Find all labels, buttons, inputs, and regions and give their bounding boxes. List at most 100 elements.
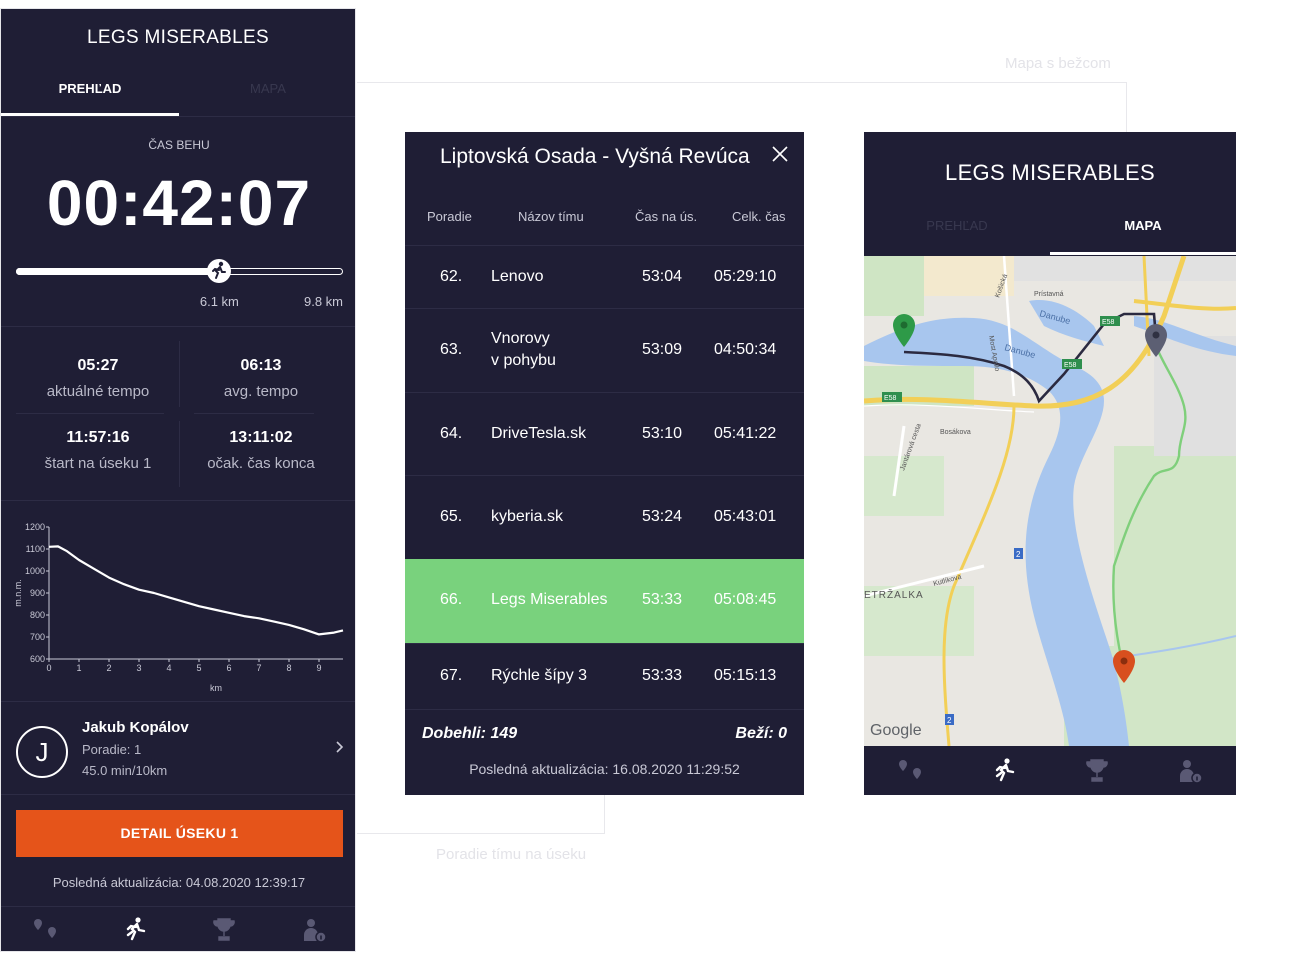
chart-divider-top — [1, 500, 355, 501]
header-segment-time: Čas na ús. — [635, 209, 698, 224]
table-row[interactable]: 63. Vnorovy 53:09 04:50:34 v pohybu — [405, 308, 804, 393]
x-axis-label: km — [210, 683, 222, 693]
road-shield: 2 — [1016, 550, 1021, 559]
header-total-time: Celk. čas — [732, 209, 786, 224]
y-tick-label: 1000 — [25, 566, 45, 576]
pins-icon[interactable] — [30, 915, 60, 945]
team-name: Vnorovy — [491, 330, 550, 347]
trophy-icon[interactable] — [209, 915, 239, 945]
table-row-own-team[interactable]: 66. Legs Miserables 53:33 05:08:45 — [405, 559, 804, 643]
segment-title: Liptovská Osada - Vyšná Revúca — [440, 145, 750, 168]
connector-map — [357, 82, 1127, 133]
header-team: Názov tímu — [518, 209, 584, 224]
run-time: 00:42:07 — [46, 167, 312, 239]
runner-rank: Poradie: 1 — [82, 742, 142, 757]
google-logo: Google — [870, 722, 922, 739]
app-title: LEGS MISERABLES — [945, 160, 1155, 185]
tab-map[interactable]: MAPA — [179, 81, 355, 96]
total-time: 05:08:45 — [714, 591, 777, 608]
stats-vdivider-1 — [179, 341, 180, 407]
rank-cell: 62. — [440, 267, 463, 285]
y-axis-label: m.n.m. — [13, 579, 23, 607]
x-tick-label: 2 — [106, 663, 111, 673]
runner-icon[interactable] — [989, 756, 1019, 786]
table-row[interactable]: 64. DriveTesla.sk 53:10 05:41:22 — [405, 392, 804, 476]
chevron-right-icon[interactable] — [334, 740, 344, 757]
road-shield: 2 — [947, 716, 952, 725]
segment-time: 53:04 — [642, 267, 683, 285]
runner-icon[interactable] — [120, 915, 150, 945]
finished-count: Dobehli: 149 — [422, 725, 518, 742]
team-name: DriveTesla.sk — [491, 424, 587, 442]
runner-icon — [212, 261, 227, 279]
map-screen: LEGS MISERABLES PREHĽAD MAPA Prístavná D… — [864, 132, 1236, 795]
total-time: 05:15:13 — [714, 667, 777, 684]
map-annotation: Mapa s bežcom — [1005, 55, 1111, 72]
current-pace-label: aktuálné tempo — [46, 383, 150, 400]
x-tick-label: 6 — [226, 663, 231, 673]
tab-overview[interactable]: PREHĽAD — [1, 81, 179, 96]
segment-detail-button[interactable]: DETAIL ÚSEKU 1 — [16, 810, 343, 857]
avatar[interactable]: J — [16, 726, 68, 778]
table-row[interactable]: 65. kyberia.sk 53:24 05:43:01 — [405, 475, 804, 560]
tab-active-indicator — [1050, 252, 1236, 255]
rank-cell: 65. — [440, 508, 463, 525]
segment-start-time: 11:57:16 — [66, 429, 130, 446]
close-icon[interactable] — [771, 145, 789, 163]
running-count: Beží: 0 — [735, 725, 787, 742]
team-name: Legs Miserables — [491, 591, 608, 608]
y-tick-label: 700 — [30, 632, 45, 642]
x-tick-label: 7 — [256, 663, 261, 673]
runner-position-knob[interactable] — [207, 259, 232, 283]
stats-vdivider-2 — [179, 421, 180, 487]
tab-overview[interactable]: PREHĽAD — [864, 218, 1050, 233]
y-tick-label: 1100 — [26, 544, 45, 554]
connector-ranking — [357, 795, 605, 834]
tab-map[interactable]: MAPA — [1050, 218, 1236, 233]
x-tick-label: 9 — [316, 663, 321, 673]
avg-pace: 06:13 — [240, 357, 282, 374]
header-rank: Poradie — [427, 209, 472, 224]
rank-cell: 64. — [440, 424, 463, 442]
trophy-icon[interactable] — [1082, 756, 1112, 786]
app-title: LEGS MISERABLES — [87, 27, 269, 48]
current-pace: 05:27 — [77, 357, 119, 374]
team-name: Rýchle šípy 3 — [491, 667, 588, 684]
run-time-label: ČAS BEHU — [148, 138, 210, 152]
runner-name[interactable]: Jakub Kopálov — [82, 719, 189, 736]
person-info-icon[interactable] — [1175, 756, 1205, 786]
road-shield: E58 — [1102, 319, 1115, 326]
avg-pace-label: avg. tempo — [223, 383, 299, 400]
x-tick-label: 5 — [196, 663, 201, 673]
road-shield: E58 — [1064, 362, 1077, 369]
bottom-nav — [1, 906, 355, 951]
expected-end-label: očak. čas konca — [207, 455, 315, 472]
total-time: 05:43:01 — [714, 508, 777, 525]
street-label: Prístavná — [1034, 291, 1064, 298]
person-info-icon[interactable] — [299, 915, 329, 945]
segment-time: 53:10 — [642, 424, 683, 442]
footer-divider — [405, 709, 804, 711]
pins-icon[interactable] — [895, 756, 925, 786]
y-tick-label: 1200 — [25, 522, 45, 532]
segment-ranking-panel: Liptovská Osada - Vyšná Revúca Poradie N… — [405, 132, 804, 795]
stats-hdivider-2 — [194, 413, 314, 414]
segment-time: 53:09 — [642, 341, 683, 358]
route-map[interactable]: Prístavná Danube Danube Košická Most Apo… — [864, 256, 1236, 746]
last-update: Posledná aktualizácia: 04.08.2020 12:39:… — [52, 875, 306, 890]
overview-screen: LEGS MISERABLES PREHĽAD MAPA ČAS BEHU 00… — [0, 8, 356, 952]
table-row[interactable]: 67. Rýchle šípy 3 53:33 05:15:13 — [405, 643, 804, 710]
stats-hdivider-1 — [16, 413, 164, 414]
total-time: 05:41:22 — [714, 424, 777, 442]
button-divider-top — [1, 794, 355, 795]
bottom-nav — [864, 746, 1236, 795]
expected-end-time: 13:11:02 — [229, 429, 293, 446]
team-name: Lenovo — [491, 267, 544, 285]
rank-cell: 66. — [440, 591, 463, 608]
runner-divider-top — [1, 701, 355, 702]
ranking-last-update: Posledná aktualizácia: 16.08.2020 11:29:… — [469, 761, 740, 777]
y-tick-label: 900 — [30, 588, 45, 598]
team-name-line2: v pohybu — [491, 352, 556, 369]
table-row[interactable]: 62. Lenovo 53:04 05:29:10 — [405, 245, 804, 309]
segment-time: 53:24 — [642, 508, 683, 525]
